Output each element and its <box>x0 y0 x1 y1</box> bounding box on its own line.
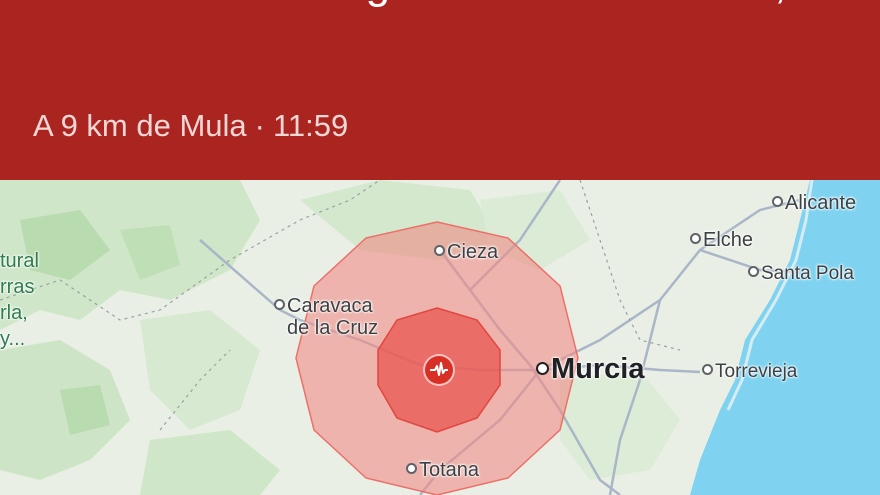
place-dot-icon <box>690 233 701 245</box>
place-dot-icon <box>406 463 417 475</box>
place-label: Torrevieja <box>715 361 798 382</box>
place-dot-icon <box>274 299 285 311</box>
place-label: Elche <box>703 229 754 251</box>
park-label: tural rras rla, y... <box>0 248 39 352</box>
place-label: Alicante <box>785 192 857 214</box>
place-label: Santa Pola <box>761 263 854 284</box>
park-label-line: y... <box>0 328 26 350</box>
place-alicante[interactable]: Alicante <box>772 192 856 214</box>
place-dot-icon <box>748 266 759 278</box>
place-dot-icon <box>772 196 783 208</box>
epicenter-marker[interactable] <box>425 356 453 384</box>
alert-time: 11:59 <box>272 108 349 143</box>
map-base <box>0 180 880 495</box>
place-label: de la Cruz <box>287 317 379 339</box>
earthquake-map[interactable]: Alicante Elche Santa Pola Cieza Caravaca… <box>0 180 880 495</box>
place-totana[interactable]: Totana <box>406 459 479 481</box>
place-label: Cieza <box>447 241 499 263</box>
place-label: Murcia <box>551 353 645 385</box>
park-label-line: tural <box>0 250 39 272</box>
place-label: Totana <box>419 459 480 481</box>
park-label-line: rla, <box>0 302 28 324</box>
place-murcia[interactable]: Murcia <box>536 354 644 384</box>
place-label: Caravaca <box>287 295 373 317</box>
alert-location: A 9 km de Mula <box>33 108 247 143</box>
place-dot-icon <box>434 245 445 257</box>
seismograph-icon <box>430 362 448 376</box>
place-santa-pola[interactable]: Santa Pola <box>748 263 854 285</box>
place-dot-icon <box>702 364 713 376</box>
alert-subtitle: A 9 km de Mula · 11:59 <box>33 106 348 146</box>
place-caravaca[interactable]: Caravaca de la Cruz <box>274 295 378 339</box>
place-cieza[interactable]: Cieza <box>434 241 498 263</box>
alert-title: Terremoto de magnitud estimada de 4,1 <box>33 0 873 10</box>
alert-header: Terremoto de magnitud estimada de 4,1 A … <box>0 0 880 180</box>
subtitle-separator: · <box>254 108 265 143</box>
place-elche[interactable]: Elche <box>690 229 753 251</box>
place-torrevieja[interactable]: Torrevieja <box>702 361 797 383</box>
park-label-line: rras <box>0 276 35 298</box>
place-dot-icon <box>536 361 549 375</box>
